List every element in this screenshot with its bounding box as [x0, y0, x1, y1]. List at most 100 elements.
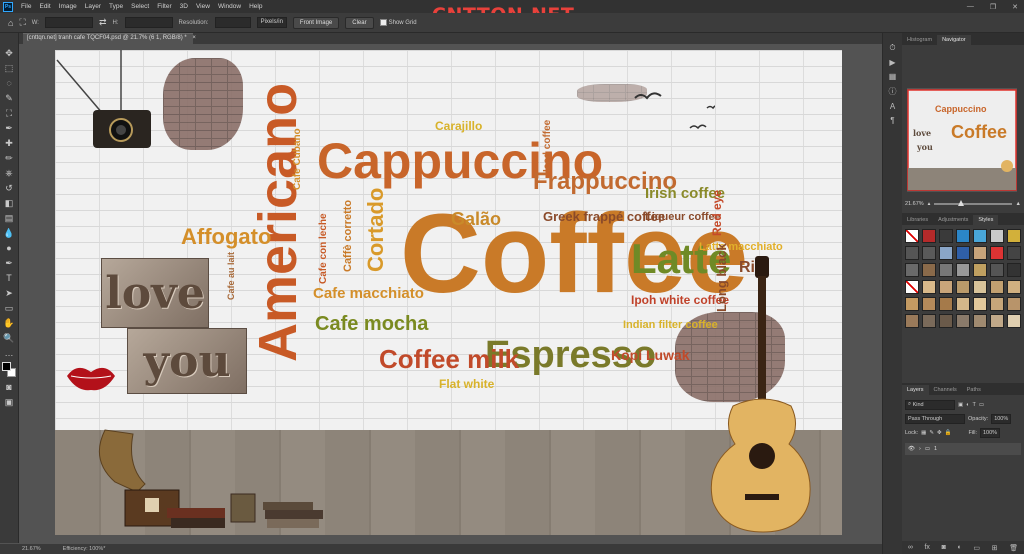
style-swatch[interactable]	[956, 229, 970, 243]
pen-tool-icon[interactable]: ✒	[3, 257, 15, 269]
quick-mask-icon[interactable]: ◙	[3, 381, 15, 393]
style-swatch[interactable]	[990, 263, 1004, 277]
lasso-tool-icon[interactable]: ◌	[3, 77, 15, 89]
zoom-slider[interactable]	[934, 200, 1012, 206]
tab-paths[interactable]: Paths	[962, 385, 986, 395]
tab-close-icon[interactable]: ×	[192, 35, 196, 41]
screen-mode-icon[interactable]: ▣	[3, 396, 15, 408]
style-swatch[interactable]	[939, 263, 953, 277]
zoom-out-icon[interactable]: ▴	[928, 201, 931, 207]
lock-all-icon[interactable]: 🔒	[945, 430, 952, 436]
style-swatch[interactable]	[1007, 314, 1021, 328]
style-swatch[interactable]	[973, 314, 987, 328]
style-swatch[interactable]	[1007, 297, 1021, 311]
link-layers-icon[interactable]: ∞	[908, 544, 913, 551]
history-brush-icon[interactable]: ↺	[3, 182, 15, 194]
menu-filter[interactable]: Filter	[157, 3, 171, 10]
new-layer-icon[interactable]: ⊞	[992, 544, 998, 552]
resolution-field[interactable]	[214, 17, 251, 28]
style-swatch[interactable]	[990, 229, 1004, 243]
style-swatch[interactable]	[905, 263, 919, 277]
style-swatch[interactable]	[1007, 246, 1021, 260]
minimize-icon[interactable]: —	[967, 3, 974, 10]
quick-select-tool-icon[interactable]: ✎	[3, 92, 15, 104]
actions-icon[interactable]: ▶	[889, 58, 895, 67]
height-field[interactable]	[124, 17, 173, 28]
style-swatch[interactable]	[905, 246, 919, 260]
tab-styles[interactable]: Styles	[973, 215, 999, 225]
style-swatch[interactable]	[922, 280, 936, 294]
width-field[interactable]	[44, 17, 93, 28]
kind-filter-select[interactable]: ⌕ Kind	[905, 399, 955, 410]
style-swatch[interactable]	[990, 314, 1004, 328]
style-swatch[interactable]	[939, 229, 953, 243]
add-mask-icon[interactable]: ◙	[942, 544, 946, 551]
clone-stamp-icon[interactable]: ⎈	[3, 167, 15, 179]
zoom-slider-knob[interactable]	[957, 200, 964, 206]
status-efficiency[interactable]: Efficiency: 100%*	[63, 546, 106, 552]
paragraph-icon[interactable]: ¶	[890, 116, 894, 125]
filter-adjustment-icon[interactable]: ◐	[966, 402, 969, 408]
opacity-field[interactable]: 100%	[991, 413, 1012, 424]
restore-icon[interactable]: ❐	[990, 3, 996, 11]
style-swatch[interactable]	[1007, 280, 1021, 294]
style-swatch[interactable]	[905, 280, 919, 294]
menu-view[interactable]: View	[196, 3, 210, 10]
delete-layer-icon[interactable]: 🗑	[1009, 544, 1018, 552]
lock-pixels-icon[interactable]: ▦	[921, 430, 926, 436]
marquee-tool-icon[interactable]: ⬚	[3, 62, 15, 74]
menu-help[interactable]: Help	[249, 3, 262, 10]
style-swatch[interactable]	[939, 246, 953, 260]
blur-tool-icon[interactable]: 💧	[3, 227, 15, 239]
layer-row[interactable]: 👁 › ▭ 1	[905, 443, 1021, 455]
filter-shape-icon[interactable]: ▭	[979, 402, 984, 408]
lock-position-icon[interactable]: ✥	[937, 430, 942, 436]
style-swatch[interactable]	[956, 246, 970, 260]
filter-pixel-icon[interactable]: ▣	[958, 402, 963, 408]
style-swatch[interactable]	[922, 246, 936, 260]
info-icon[interactable]: ⓘ	[889, 86, 897, 97]
photoshop-logo-icon[interactable]: Ps	[3, 1, 13, 12]
document-canvas[interactable]: love you Coffee Cappuccino Americano Fra…	[55, 50, 842, 535]
shape-tool-icon[interactable]: ▭	[3, 302, 15, 314]
style-swatch[interactable]	[922, 314, 936, 328]
dodge-tool-icon[interactable]: ●	[3, 242, 15, 254]
style-swatch[interactable]	[905, 297, 919, 311]
checkbox-icon[interactable]	[379, 19, 387, 26]
style-swatch[interactable]	[939, 280, 953, 294]
style-swatch[interactable]	[939, 314, 953, 328]
character-icon[interactable]: A	[890, 102, 895, 111]
zoom-in-icon[interactable]: ▲	[1016, 201, 1021, 207]
style-swatch[interactable]	[956, 314, 970, 328]
navigator-zoom-value[interactable]: 21.67%	[905, 201, 924, 207]
style-swatch[interactable]	[922, 297, 936, 311]
color-swatches[interactable]	[2, 362, 16, 378]
layer-style-icon[interactable]: fx	[924, 544, 929, 551]
menu-window[interactable]: Window	[218, 3, 241, 10]
tab-histogram[interactable]: Histogram	[902, 35, 937, 45]
style-swatch[interactable]	[973, 263, 987, 277]
menu-type[interactable]: Type	[109, 3, 123, 10]
crop-icon[interactable]: ⛶	[3, 107, 15, 119]
menu-3d[interactable]: 3D	[180, 3, 188, 10]
history-icon[interactable]: ⏱	[889, 43, 895, 53]
menu-layer[interactable]: Layer	[85, 3, 101, 10]
style-swatch[interactable]	[973, 297, 987, 311]
document-tab[interactable]: [cnttqn.net] tranh cafe TQCF04.psd @ 21.…	[23, 33, 196, 44]
fill-field[interactable]: 100%	[980, 427, 1001, 438]
style-swatch[interactable]	[956, 263, 970, 277]
brush-tool-icon[interactable]: ✏	[3, 152, 15, 164]
hand-tool-icon[interactable]: ✋	[3, 317, 15, 329]
style-swatch[interactable]	[922, 229, 936, 243]
style-swatch[interactable]	[990, 280, 1004, 294]
filter-type-icon[interactable]: T	[973, 402, 976, 408]
style-swatch[interactable]	[922, 263, 936, 277]
tab-channels[interactable]: Channels	[929, 385, 962, 395]
adjustment-layer-icon[interactable]: ◐	[957, 544, 961, 551]
units-select[interactable]: Pixels/in	[256, 17, 287, 28]
tab-adjustments[interactable]: Adjustments	[933, 215, 973, 225]
tab-navigator[interactable]: Navigator	[937, 35, 971, 45]
style-swatch[interactable]	[939, 297, 953, 311]
style-swatch[interactable]	[973, 229, 987, 243]
menu-image[interactable]: Image	[59, 3, 77, 10]
